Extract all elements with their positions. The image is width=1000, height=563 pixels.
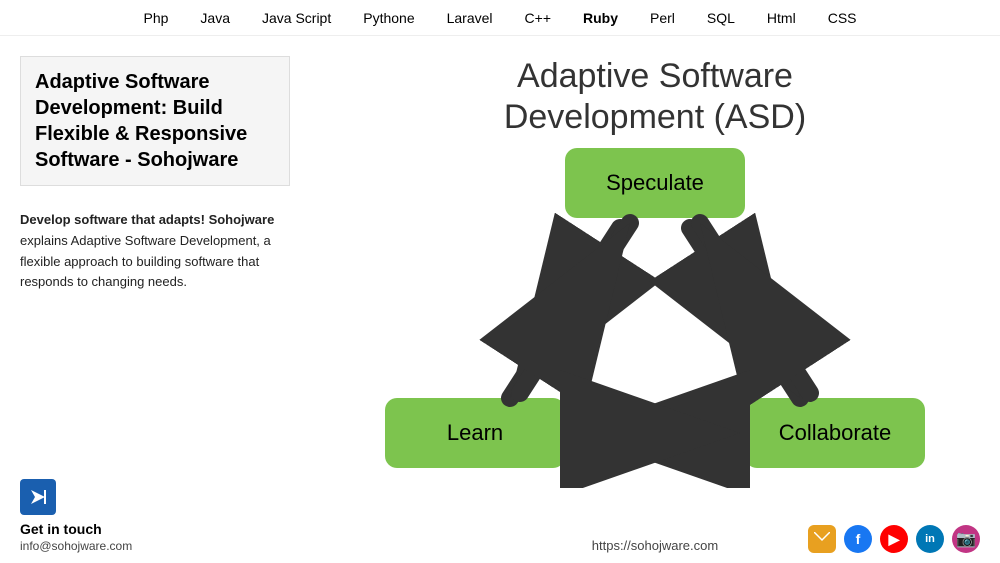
nav-sql[interactable]: SQL bbox=[707, 10, 735, 26]
nav-java[interactable]: Java bbox=[200, 10, 230, 26]
logo-svg bbox=[27, 486, 49, 508]
diagram-title-line1: Adaptive Software bbox=[517, 57, 793, 95]
description: Develop software that adapts! Sohojware … bbox=[20, 210, 290, 293]
linkedin-social-icon[interactable]: in bbox=[916, 525, 944, 553]
speculate-box: Speculate bbox=[565, 148, 745, 218]
left-panel: Adaptive Software Development: Build Fle… bbox=[0, 36, 310, 563]
brand-name: Sohojware bbox=[209, 212, 275, 227]
description-rest: explains Adaptive Software Development, … bbox=[20, 233, 271, 290]
description-bold: Develop software that adapts! bbox=[20, 212, 205, 227]
nav-php[interactable]: Php bbox=[143, 10, 168, 26]
nav-css[interactable]: CSS bbox=[828, 10, 857, 26]
nav-javascript[interactable]: Java Script bbox=[262, 10, 331, 26]
nav-laravel[interactable]: Laravel bbox=[447, 10, 493, 26]
instagram-social-icon[interactable]: 📷 bbox=[952, 525, 980, 553]
page-title: Adaptive Software Development: Build Fle… bbox=[20, 56, 290, 186]
nav-pythone[interactable]: Pythone bbox=[363, 10, 414, 26]
diagram-container: Adaptive Software Development (ASD) Spec… bbox=[365, 56, 945, 486]
right-panel: Adaptive Software Development (ASD) Spec… bbox=[310, 36, 1000, 563]
nav-cpp[interactable]: C++ bbox=[525, 10, 551, 26]
sohojware-logo-icon bbox=[20, 479, 56, 515]
website-link[interactable]: https://sohojware.com bbox=[592, 538, 718, 553]
diagram-title: Adaptive Software Development (ASD) bbox=[365, 56, 945, 138]
left-bottom: Get in touch info@sohojware.com bbox=[20, 479, 290, 553]
nav-html[interactable]: Html bbox=[767, 10, 796, 26]
main-layout: Adaptive Software Development: Build Fle… bbox=[0, 36, 1000, 563]
contact-email[interactable]: info@sohojware.com bbox=[20, 539, 290, 553]
email-social-icon[interactable] bbox=[808, 525, 836, 553]
learn-box: Learn bbox=[385, 398, 565, 468]
get-in-touch-label: Get in touch bbox=[20, 521, 290, 537]
diagram-title-line2: Development (ASD) bbox=[504, 98, 806, 136]
youtube-social-icon[interactable]: ▶ bbox=[880, 525, 908, 553]
nav-bar: Php Java Java Script Pythone Laravel C++… bbox=[0, 0, 1000, 36]
facebook-social-icon[interactable]: f bbox=[844, 525, 872, 553]
nav-perl[interactable]: Perl bbox=[650, 10, 675, 26]
collaborate-box: Collaborate bbox=[745, 398, 925, 468]
social-row: f ▶ in 📷 bbox=[808, 525, 980, 553]
nav-ruby[interactable]: Ruby bbox=[583, 10, 618, 26]
get-in-touch-block: Get in touch info@sohojware.com bbox=[20, 479, 290, 553]
diagram-svg-area: Speculate Learn Collaborate bbox=[365, 148, 945, 488]
left-top: Adaptive Software Development: Build Fle… bbox=[20, 56, 290, 293]
